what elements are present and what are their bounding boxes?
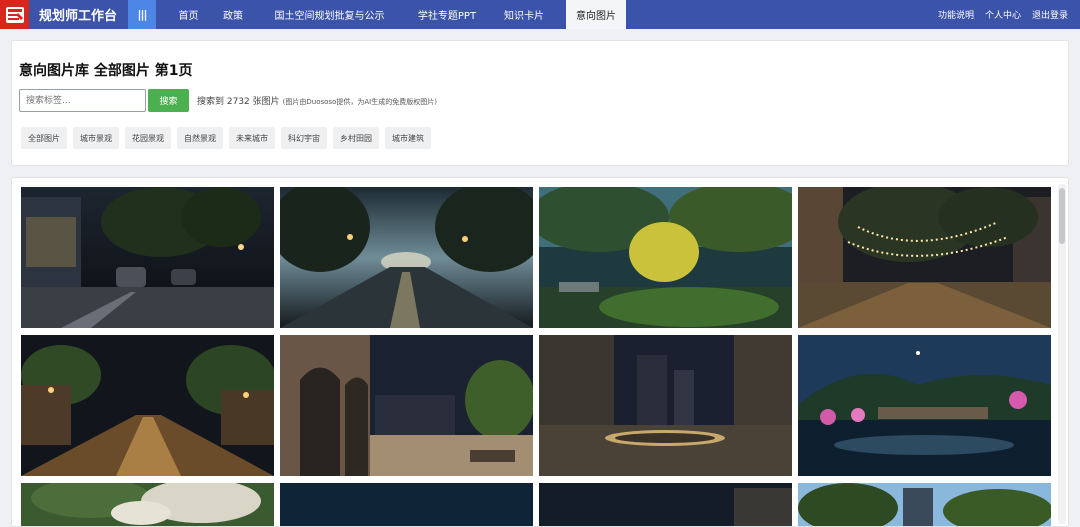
nav-item-policy[interactable]: 政策 (221, 0, 245, 29)
tag-future-city[interactable]: 未来城市 (229, 127, 275, 149)
gallery-image[interactable] (21, 187, 274, 328)
gallery-image[interactable] (21, 483, 274, 526)
tag-scifi[interactable]: 科幻宇宙 (281, 127, 327, 149)
search-button[interactable]: 搜索 (148, 89, 189, 112)
tag-all[interactable]: 全部图片 (21, 127, 67, 149)
user-links: 功能说明 个人中心 退出登录 (938, 0, 1068, 29)
logout-link[interactable]: 退出登录 (1032, 8, 1068, 21)
gallery-image[interactable] (539, 483, 792, 526)
tag-architecture[interactable]: 城市建筑 (385, 127, 431, 149)
nav-item-images[interactable]: 意向图片 (566, 0, 626, 29)
gallery-image[interactable] (539, 187, 792, 328)
gallery-image[interactable] (21, 335, 274, 476)
page-title: 意向图片库 全部图片 第1页 (19, 63, 193, 79)
scrollbar-thumb[interactable] (1059, 188, 1065, 244)
tag-cityscape[interactable]: 城市景观 (73, 127, 119, 149)
gallery-image[interactable] (798, 335, 1051, 476)
gallery-image[interactable] (539, 335, 792, 476)
search-input[interactable] (19, 89, 146, 112)
nav-item-approvals[interactable]: 国土空间规划批复与公示 (245, 0, 412, 29)
gallery-image[interactable] (280, 335, 533, 476)
gallery-image[interactable] (798, 483, 1051, 526)
gallery-scrollbar[interactable] (1058, 184, 1066, 524)
top-navbar: 规划师工作台 ||| 首页 政策 国土空间规划批复与公示 学社专题PPT 知识卡… (0, 0, 1080, 29)
result-note: (图片由Duososo提供，为AI生成的免费版权图片) (282, 98, 437, 106)
help-link[interactable]: 功能说明 (938, 8, 974, 21)
result-text: 搜索到 2732 张图片 (197, 97, 280, 107)
nav-item-knowledge-cards[interactable]: 知识卡片 (482, 0, 566, 29)
tag-garden[interactable]: 花园景观 (125, 127, 171, 149)
gallery-image[interactable] (280, 187, 533, 328)
tag-filters: 全部图片 城市景观 花园景观 自然景观 未来城市 科幻宇宙 乡村田园 城市建筑 (21, 127, 431, 149)
image-gallery (11, 177, 1069, 527)
tag-rural[interactable]: 乡村田园 (333, 127, 379, 149)
nav-item-home[interactable]: 首页 (156, 0, 221, 29)
menu-toggle-icon[interactable]: ||| (128, 0, 156, 29)
gallery-image[interactable] (280, 483, 533, 526)
result-count: 搜索到 2732 张图片 (图片由Duososo提供，为AI生成的免费版权图片) (197, 94, 437, 107)
profile-link[interactable]: 个人中心 (985, 8, 1021, 21)
main-nav: 首页 政策 国土空间规划批复与公示 学社专题PPT 知识卡片 意向图片 (156, 0, 626, 29)
logo-icon[interactable] (0, 0, 29, 29)
nav-item-ppt[interactable]: 学社专题PPT (412, 0, 482, 29)
search-panel: 意向图片库 全部图片 第1页 搜索 搜索到 2732 张图片(图片由Duosos… (11, 40, 1069, 166)
gallery-image[interactable] (798, 187, 1051, 328)
tag-nature[interactable]: 自然景观 (177, 127, 223, 149)
app-brand[interactable]: 规划师工作台 (29, 0, 128, 29)
